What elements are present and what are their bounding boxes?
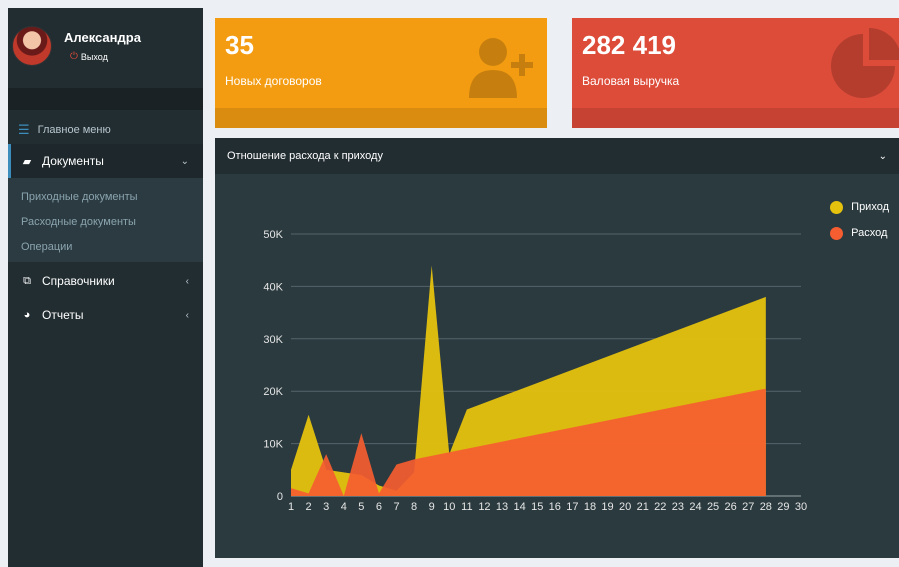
logout-label: Выход <box>80 51 108 62</box>
chart-legend: Приход Расход <box>830 194 889 246</box>
x-tick-label: 22 <box>654 501 666 513</box>
book-icon: ▰ <box>22 155 32 168</box>
user-name: Александра <box>64 30 141 45</box>
chart-title: Отношение расхода к приходу <box>227 150 383 162</box>
x-tick-label: 28 <box>760 501 772 513</box>
sidebar-item-label: Документы <box>42 154 104 168</box>
x-tick-label: 18 <box>584 501 596 513</box>
stat-label: Новых договоров <box>225 74 322 88</box>
legend-swatch <box>830 200 844 214</box>
chevron-left-icon: ‹ <box>185 309 189 321</box>
sidebar-item-label: Справочники <box>42 274 115 288</box>
x-tick-label: 29 <box>777 501 789 513</box>
sidebar: Александра ⏻ Выход ☰ Главное меню ▰ Доку… <box>8 8 203 567</box>
avatar[interactable] <box>12 26 52 66</box>
x-tick-label: 12 <box>478 501 490 513</box>
x-tick-label: 5 <box>358 501 364 513</box>
x-tick-label: 27 <box>742 501 754 513</box>
y-tick-label: 40K <box>263 281 283 293</box>
x-tick-label: 4 <box>341 501 347 513</box>
x-tick-label: 16 <box>549 501 561 513</box>
y-tick-label: 20K <box>263 386 283 398</box>
legend-item-income[interactable]: Приход <box>830 194 889 220</box>
stat-box-contracts: 35 Новых договоров <box>215 18 547 128</box>
stat-value: 35 <box>225 30 254 60</box>
y-tick-label: 30K <box>263 334 283 346</box>
submenu-item-incoming[interactable]: Приходные документы <box>8 184 203 209</box>
stat-label: Валовая выручка <box>582 74 680 88</box>
legend-swatch <box>830 226 844 240</box>
x-tick-label: 11 <box>461 501 472 513</box>
documents-submenu: Приходные документы Расходные документы … <box>8 178 203 262</box>
logout-link[interactable]: ⏻ Выход <box>70 51 108 62</box>
x-tick-label: 14 <box>513 501 525 513</box>
x-tick-label: 25 <box>707 501 719 513</box>
chevron-left-icon: ‹ <box>185 275 189 287</box>
sidebar-item-references[interactable]: ⧉ Справочники ‹ <box>8 264 203 298</box>
x-tick-label: 21 <box>637 501 649 513</box>
x-tick-label: 1 <box>288 501 294 513</box>
submenu-item-outgoing[interactable]: Расходные документы <box>8 209 203 234</box>
x-tick-label: 30 <box>795 501 807 513</box>
hamburger-icon: ☰ <box>18 122 30 137</box>
x-tick-label: 7 <box>393 501 399 513</box>
legend-label: Расход <box>851 227 888 239</box>
stat-value: 282 419 <box>582 30 676 60</box>
copy-icon: ⧉ <box>23 274 31 287</box>
x-tick-label: 2 <box>306 501 312 513</box>
sidebar-search-strip <box>8 88 203 110</box>
pie-chart-icon <box>831 28 899 98</box>
x-tick-label: 13 <box>496 501 508 513</box>
user-plus-icon <box>469 38 533 98</box>
x-tick-label: 8 <box>411 501 417 513</box>
pie-chart-icon: ◕ <box>23 309 31 321</box>
sidebar-item-reports[interactable]: ◕ Отчеты ‹ <box>8 298 203 332</box>
x-tick-label: 24 <box>689 501 701 513</box>
menu-header-label: Главное меню <box>37 124 111 136</box>
legend-item-expense[interactable]: Расход <box>830 220 889 246</box>
stat-box-footer <box>215 108 547 128</box>
chart-panel-header: Отношение расхода к приходу ⌄ <box>215 138 899 174</box>
y-tick-label: 0 <box>277 491 283 503</box>
x-tick-label: 15 <box>531 501 543 513</box>
x-tick-label: 3 <box>323 501 329 513</box>
stat-box-revenue: 282 419 Валовая выручка <box>572 18 899 128</box>
x-tick-label: 23 <box>672 501 684 513</box>
power-icon: ⏻ <box>70 51 78 62</box>
x-tick-label: 6 <box>376 501 382 513</box>
user-panel: Александра ⏻ Выход <box>8 8 203 88</box>
x-tick-label: 17 <box>566 501 578 513</box>
x-tick-label: 26 <box>725 501 737 513</box>
menu-header: ☰ Главное меню <box>8 116 203 144</box>
area-chart: 010K20K30K40K50K1 2 3 4 5 6 7 8 9 10 11 12 13 14 15 16 1… <box>263 229 807 513</box>
chevron-down-icon: ⌄ <box>180 155 189 167</box>
x-tick-label: 9 <box>429 501 435 513</box>
sidebar-item-documents[interactable]: ▰ Документы ⌄ <box>8 144 203 178</box>
x-tick-label: 19 <box>601 501 613 513</box>
y-tick-label: 50K <box>263 229 283 241</box>
chevron-down-icon[interactable]: ⌄ <box>879 151 887 162</box>
stat-box-footer <box>572 108 899 128</box>
app-root: Александра ⏻ Выход ☰ Главное меню ▰ Доку… <box>0 0 899 567</box>
chart-panel: Отношение расхода к приходу ⌄ 0 10K 20K 30K… <box>215 138 899 558</box>
x-tick-label: 10 <box>443 501 455 513</box>
x-tick-label: 20 <box>619 501 631 513</box>
submenu-item-operations[interactable]: Операции <box>8 234 203 259</box>
legend-label: Приход <box>851 201 889 213</box>
y-tick-label: 10K <box>263 439 283 451</box>
sidebar-item-label: Отчеты <box>42 308 84 322</box>
